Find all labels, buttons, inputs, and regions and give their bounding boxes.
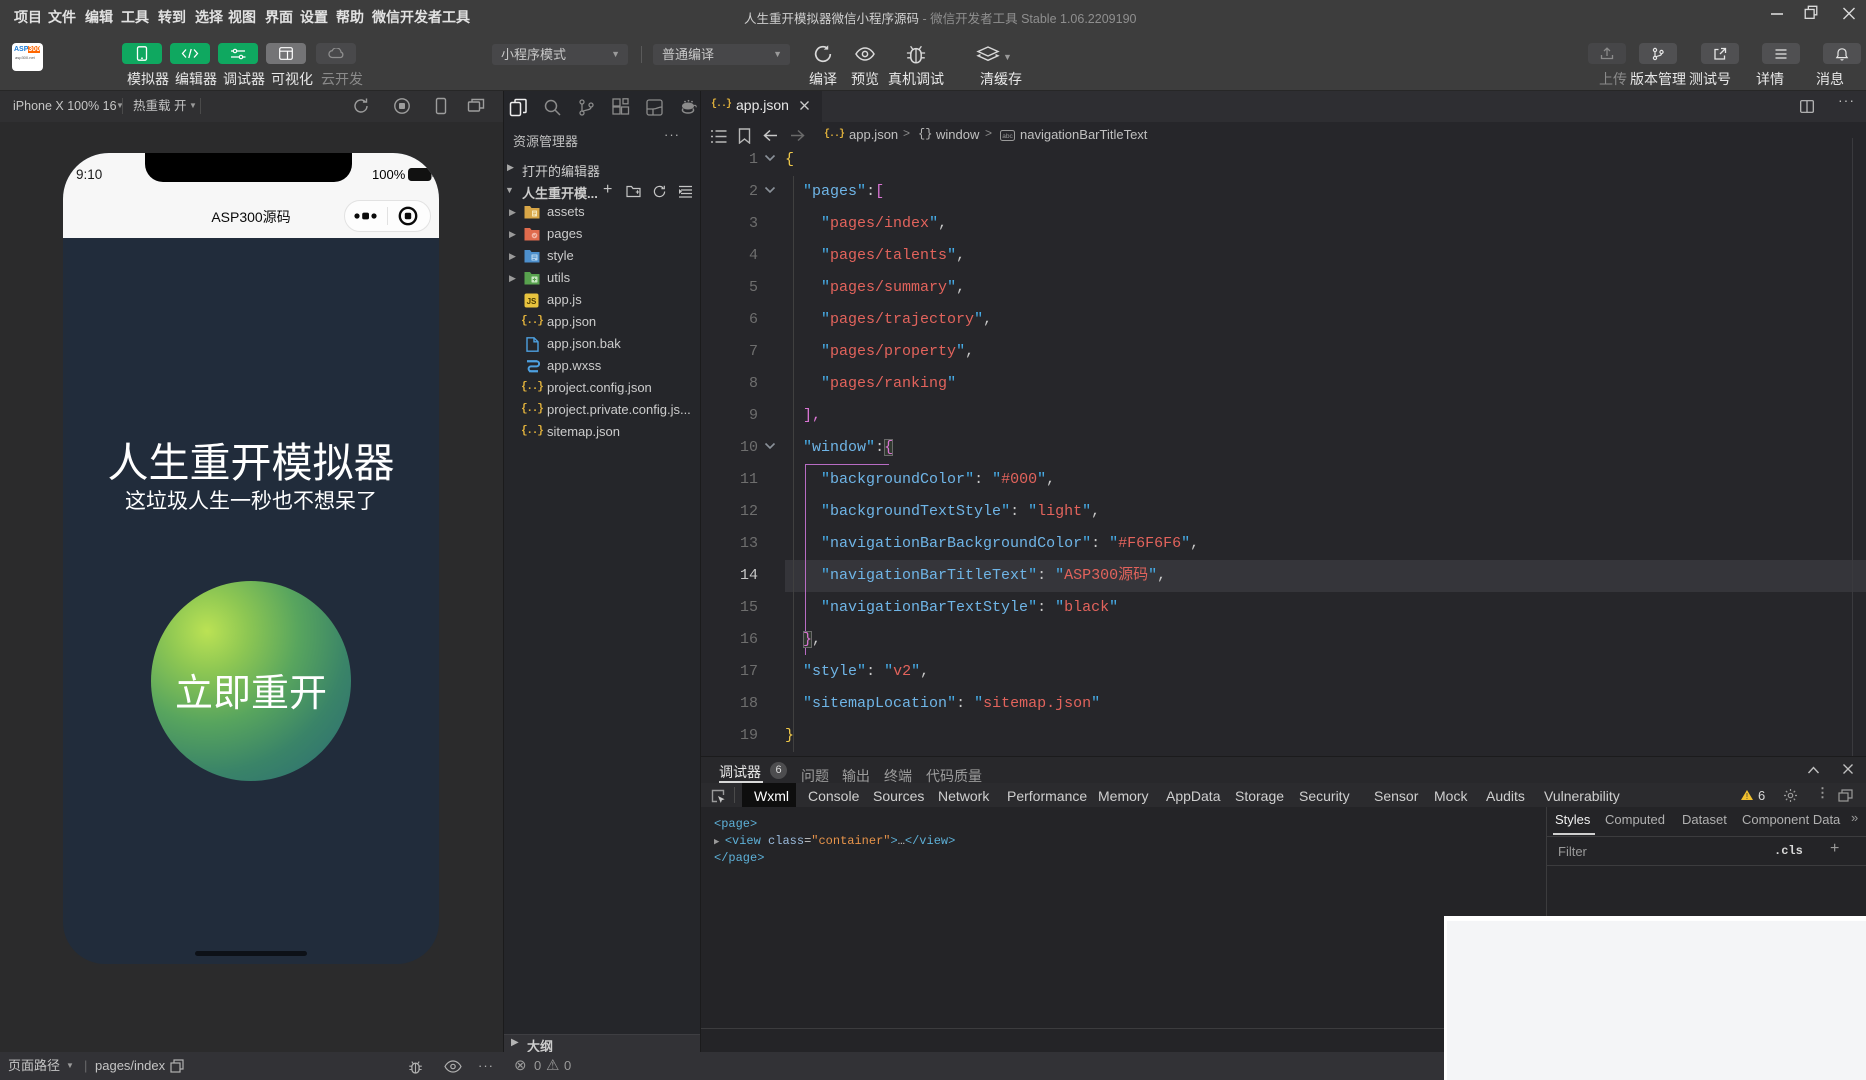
svg-text:!: ! (1746, 792, 1748, 801)
svg-text:JS: JS (527, 297, 537, 306)
svg-text:abc: abc (1002, 133, 1013, 140)
